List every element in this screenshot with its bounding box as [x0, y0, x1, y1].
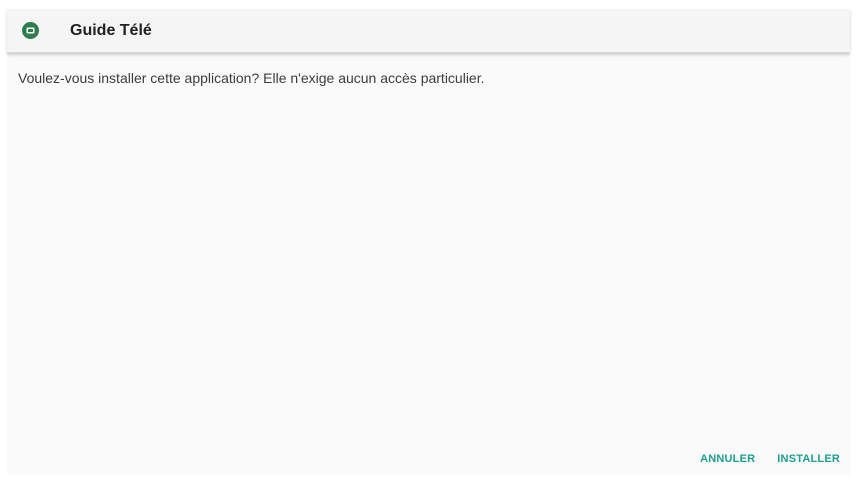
app-header: Guide Télé	[7, 9, 850, 53]
app-title: Guide Télé	[70, 22, 152, 39]
tv-guide-app-icon	[22, 22, 39, 39]
dialog-actions: ANNULER INSTALLER	[700, 452, 840, 466]
install-permission-message: Voulez-vous installer cette application?…	[18, 70, 485, 86]
install-button[interactable]: INSTALLER	[777, 452, 840, 466]
cancel-button[interactable]: ANNULER	[700, 452, 755, 466]
install-dialog-screen: Guide Télé Voulez-vous installer cette a…	[7, 9, 850, 475]
